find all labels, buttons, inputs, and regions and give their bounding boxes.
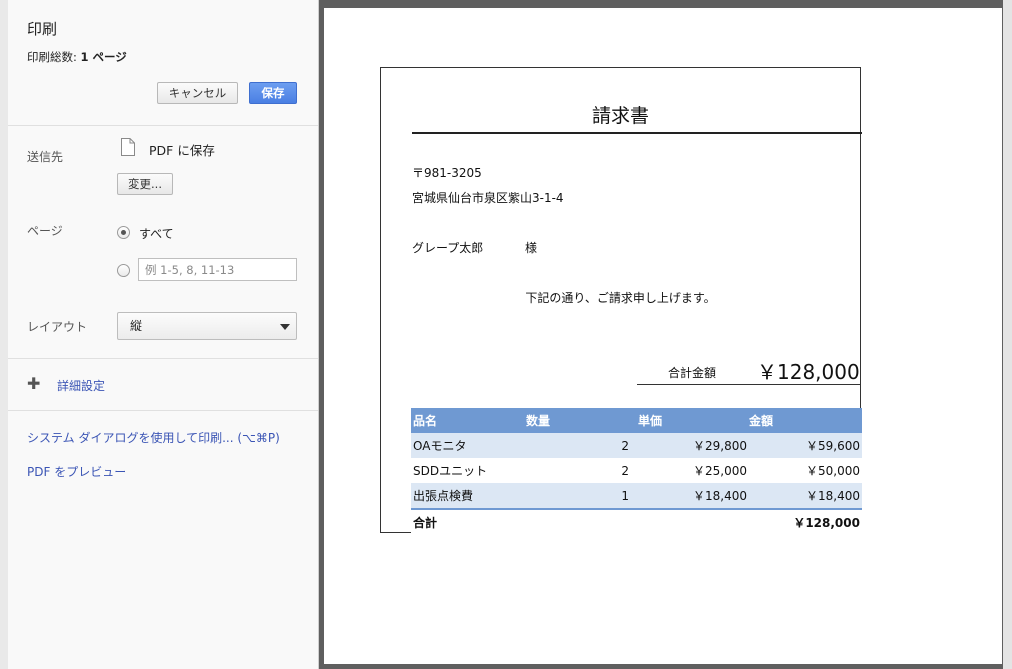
save-button[interactable]: 保存 (249, 82, 297, 104)
system-dialog-link[interactable]: システム ダイアログを使用して印刷... (⌥⌘P) (27, 429, 280, 446)
page-count-value: 1 ページ (80, 50, 127, 64)
pages-label: ページ (27, 224, 63, 238)
pages-all-label: すべて (139, 227, 174, 241)
item-quantity: 1 (521, 483, 631, 509)
advanced-settings-link[interactable]: 詳細設定 (57, 377, 105, 394)
invoice-document: 請求書 〒981-3205 宮城県仙台市泉区紫山3-1-4 グレープ太郎 様 下… (380, 67, 862, 535)
sum-amount: ￥128,000 (749, 508, 862, 535)
destination-name: PDF に保存 (149, 143, 215, 158)
print-preview-area: 請求書 〒981-3205 宮城県仙台市泉区紫山3-1-4 グレープ太郎 様 下… (319, 0, 1003, 669)
item-unit-price: ￥25,000 (631, 458, 749, 483)
recipient-name: グレープ太郎 (412, 241, 484, 255)
header-quantity: 数量 (521, 408, 631, 433)
title-underline (412, 132, 862, 134)
total-underline (637, 384, 861, 385)
destination-label: 送信先 (27, 150, 64, 164)
item-name: 出張点検費 (411, 483, 521, 509)
postal-code: 〒981-3205 (412, 166, 482, 180)
item-quantity: 2 (521, 433, 631, 458)
table-total-row: 合計 ￥128,000 (411, 508, 862, 535)
pdf-preview-link[interactable]: PDF をプレビュー (27, 463, 126, 480)
header-item-name: 品名 (411, 408, 521, 433)
item-unit-price: ￥18,400 (631, 483, 749, 509)
items-table: 品名 数量 単価 金額 OAモニタ 2 ￥29,800 ￥59,600 SDDユ… (411, 408, 862, 535)
item-amount: ￥50,000 (749, 458, 862, 483)
divider (8, 410, 318, 411)
empty-cell (521, 508, 631, 535)
divider (8, 125, 318, 126)
item-name: SDDユニット (411, 458, 521, 483)
empty-cell (631, 508, 749, 535)
page-count-label: 印刷総数: (27, 50, 81, 64)
table-header-row: 品名 数量 単価 金額 (411, 408, 862, 433)
total-amount-label: 合計金額 (668, 366, 717, 380)
invoice-title: 請求書 (591, 105, 649, 127)
item-name: OAモニタ (411, 433, 521, 458)
change-destination-button[interactable]: 変更... (117, 173, 173, 195)
item-amount: ￥18,400 (749, 483, 862, 509)
honorific: 様 (525, 241, 538, 255)
background-window-edge (0, 0, 8, 669)
page-count: 印刷総数: 1 ページ (27, 49, 127, 65)
layout-select-value: 縦 (130, 319, 143, 333)
invoice-message: 下記の通り、ご請求申し上げます。 (525, 291, 716, 305)
item-amount: ￥59,600 (749, 433, 862, 458)
divider (8, 358, 318, 359)
chevron-down-icon (280, 324, 290, 330)
table-row: OAモニタ 2 ￥29,800 ￥59,600 (411, 433, 862, 458)
header-unit-price: 単価 (631, 408, 749, 433)
pages-all-radio[interactable] (117, 226, 130, 239)
layout-label: レイアウト (27, 320, 88, 334)
sum-label: 合計 (411, 508, 521, 535)
address: 宮城県仙台市泉区紫山3-1-4 (412, 191, 564, 205)
cancel-button[interactable]: キャンセル (157, 82, 238, 104)
pages-custom-radio[interactable] (117, 264, 130, 277)
print-settings-panel: 印刷 印刷総数: 1 ページ キャンセル 保存 送信先 PDF に保存 変更..… (8, 0, 319, 669)
radio-selected-dot (121, 230, 126, 235)
total-amount-value: ￥128,000 (757, 360, 860, 384)
preview-page: 請求書 〒981-3205 宮城県仙台市泉区紫山3-1-4 グレープ太郎 様 下… (324, 8, 1002, 664)
table-row: SDDユニット 2 ￥25,000 ￥50,000 (411, 458, 862, 483)
item-quantity: 2 (521, 458, 631, 483)
item-unit-price: ￥29,800 (631, 433, 749, 458)
layout-select[interactable]: 縦 (117, 312, 297, 340)
table-row: 出張点検費 1 ￥18,400 ￥18,400 (411, 483, 862, 509)
document-icon (121, 138, 135, 156)
page-range-input[interactable] (138, 258, 297, 281)
header-amount: 金額 (749, 408, 862, 433)
dialog-title: 印刷 (27, 20, 58, 38)
plus-icon[interactable]: ✚ (27, 376, 40, 392)
background-window-edge-right (1003, 0, 1012, 669)
